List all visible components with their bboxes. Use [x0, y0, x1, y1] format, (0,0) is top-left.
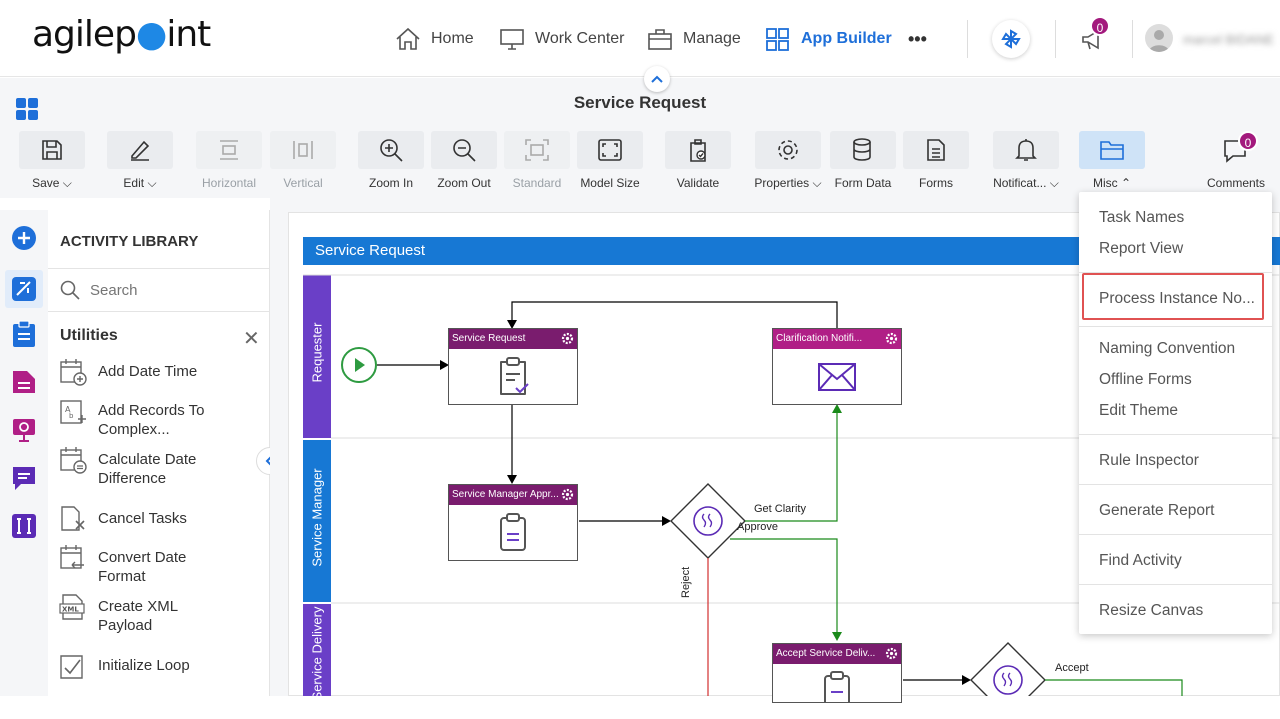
gear-icon[interactable] — [885, 332, 898, 345]
menu-divider — [1079, 326, 1272, 327]
approval-task-icon — [824, 671, 850, 702]
menu-item-naming-convention[interactable]: Naming Convention — [1099, 340, 1235, 358]
flow-manager-to-gateway[interactable] — [579, 516, 671, 526]
menu-item-generate-report[interactable]: Generate Report — [1099, 502, 1214, 520]
task-clarification-notification[interactable]: Clarification Notifi... — [772, 328, 902, 405]
menu-item-resize-canvas[interactable]: Resize Canvas — [1099, 602, 1203, 620]
menu-item-report-view[interactable]: Report View — [1099, 240, 1183, 258]
flow-start-to-task[interactable] — [377, 360, 449, 370]
task-accept-service-delivery[interactable]: Accept Service Deliv... — [772, 643, 902, 703]
flow-delivery-to-gateway[interactable] — [903, 675, 971, 685]
flow-request-to-manager[interactable] — [507, 405, 517, 484]
flow-accept[interactable] — [1045, 679, 1183, 696]
task-service-manager-approval[interactable]: Service Manager Appr... — [448, 484, 578, 561]
task-title: Service Manager Appr... — [452, 489, 559, 500]
menu-item-process-instance-naming[interactable]: Process Instance No... — [1099, 290, 1255, 308]
menu-item-task-names[interactable]: Task Names — [1099, 209, 1184, 227]
task-title: Clarification Notifi... — [776, 333, 863, 344]
flow-approve[interactable] — [730, 538, 842, 641]
menu-item-find-activity[interactable]: Find Activity — [1099, 552, 1182, 570]
menu-divider — [1079, 484, 1272, 485]
gateway-manager[interactable] — [670, 483, 746, 559]
gear-icon[interactable] — [561, 332, 574, 345]
menu-divider — [1079, 434, 1272, 435]
gear-icon[interactable] — [885, 647, 898, 660]
edge-label-reject: Reject — [680, 566, 692, 598]
edge-label-get-clarity: Get Clarity — [754, 503, 806, 515]
task-service-request[interactable]: Service Request — [448, 328, 578, 405]
menu-divider — [1079, 584, 1272, 585]
menu-item-rule-inspector[interactable]: Rule Inspector — [1099, 452, 1199, 470]
gear-icon[interactable] — [561, 488, 574, 501]
start-event[interactable] — [341, 347, 377, 383]
edge-label-approve: Approve — [737, 521, 778, 533]
menu-item-offline-forms[interactable]: Offline Forms — [1099, 371, 1192, 389]
envelope-icon — [818, 362, 856, 391]
form-task-icon — [500, 356, 529, 395]
menu-divider — [1079, 534, 1272, 535]
misc-dropdown-menu: Task Names Report View Process Instance … — [1079, 192, 1272, 634]
flow-clarification-loop[interactable] — [507, 301, 838, 329]
task-title: Service Request — [452, 333, 526, 344]
approval-task-icon — [500, 512, 526, 551]
edge-label-accept: Accept — [1055, 662, 1089, 674]
gateway-delivery[interactable] — [970, 642, 1046, 696]
menu-item-edit-theme[interactable]: Edit Theme — [1099, 402, 1178, 420]
task-title: Accept Service Deliv... — [776, 648, 876, 659]
